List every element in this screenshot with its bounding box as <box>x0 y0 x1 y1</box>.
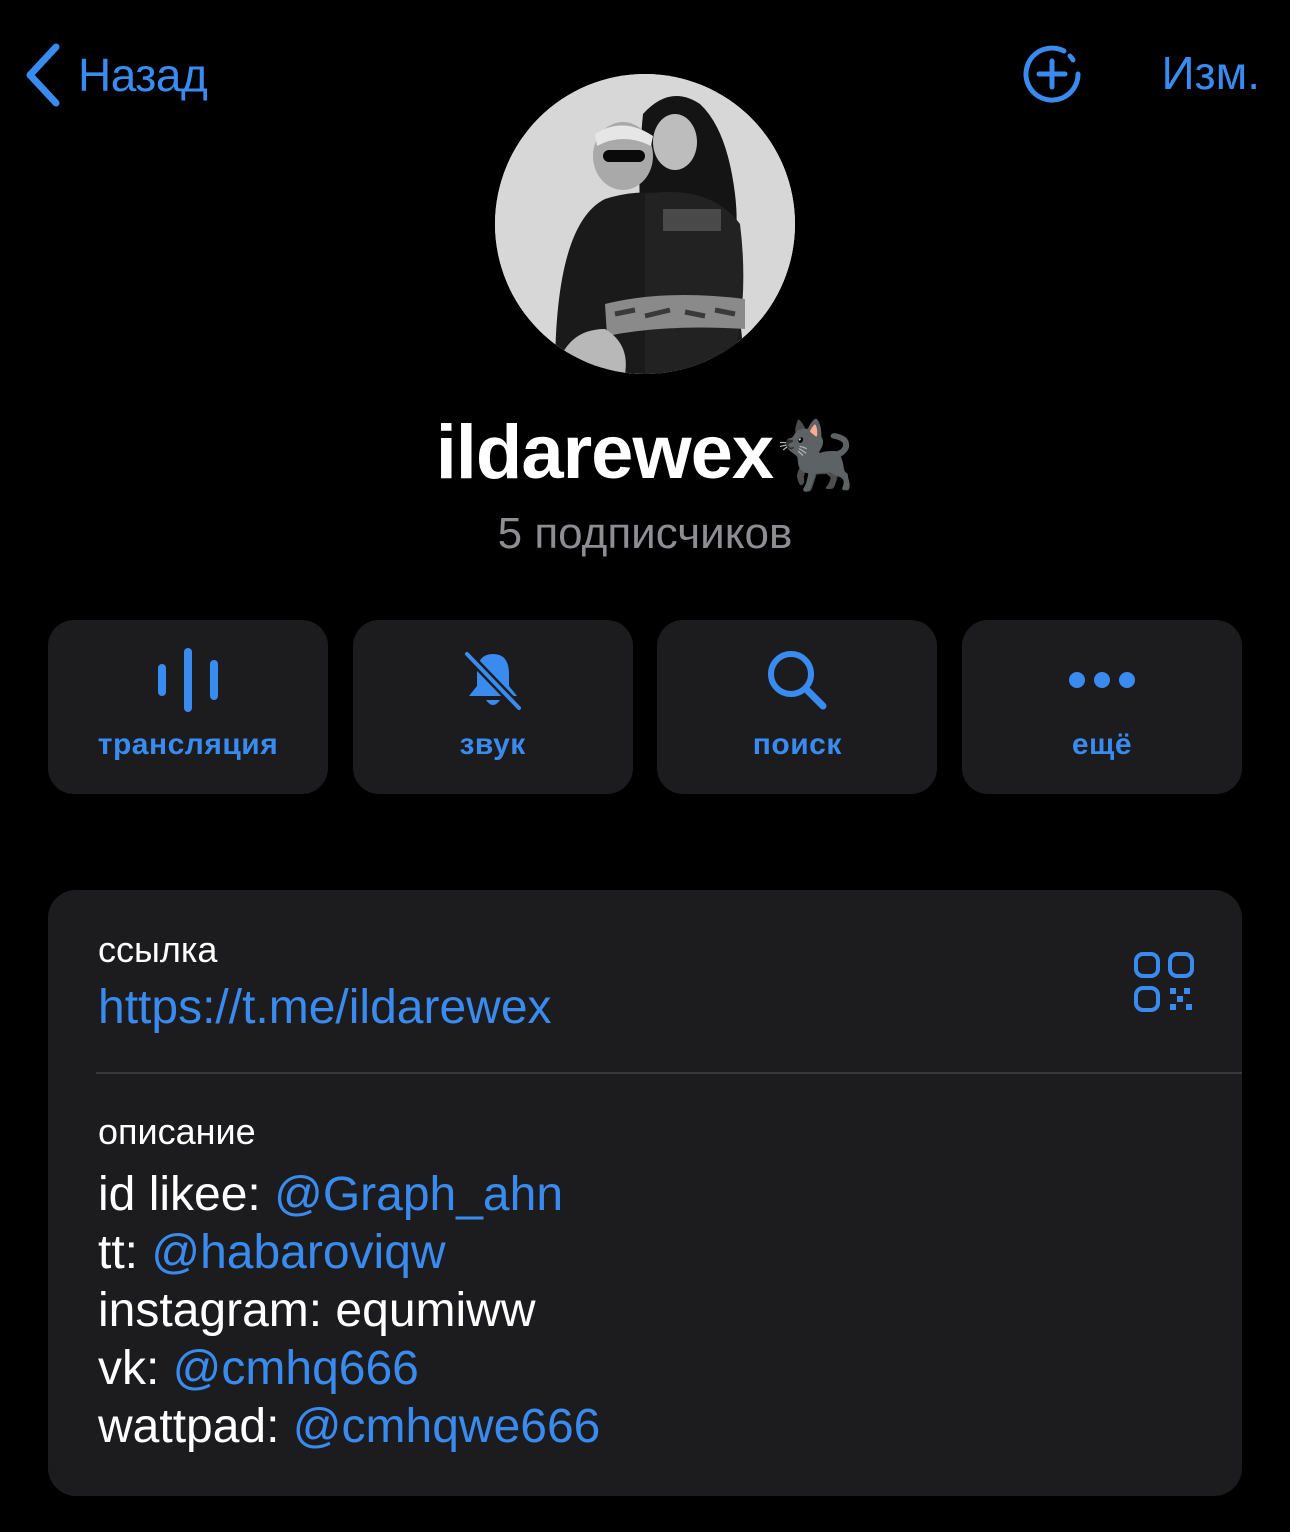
description-line-tiktok: tt: @habaroviqw <box>98 1224 446 1282</box>
ellipsis-icon <box>1068 672 1135 688</box>
broadcast-button[interactable]: трансляция <box>48 620 328 794</box>
broadcast-waveform-icon <box>158 648 218 712</box>
channel-name: ildarewex🐈‍⬛ <box>0 405 1290 503</box>
back-label: Назад <box>78 49 208 101</box>
bell-slash-icon <box>462 649 524 712</box>
vk-username-link[interactable]: @cmhq666 <box>173 1342 419 1395</box>
instagram-username: equmiww <box>335 1284 536 1337</box>
avatar-photo <box>495 74 795 374</box>
channel-name-text: ildarewex <box>435 410 774 495</box>
back-button[interactable]: Назад <box>22 40 208 110</box>
section-divider <box>96 1072 1242 1074</box>
subscriber-count: 5 подписчиков <box>497 509 793 558</box>
more-button[interactable]: ещё <box>961 620 1242 794</box>
sound-label: звук <box>459 728 526 761</box>
description-key: vk: <box>98 1342 173 1395</box>
qr-code-button[interactable] <box>1132 950 1196 1014</box>
search-icon <box>768 651 827 710</box>
tiktok-username-link[interactable]: @habaroviqw <box>151 1226 445 1279</box>
add-story-button[interactable] <box>1020 42 1084 106</box>
search-button[interactable]: поиск <box>657 620 938 794</box>
wattpad-username-link[interactable]: @cmhqwe666 <box>293 1400 601 1453</box>
description-line-likee: id likee: @Graph_ahn <box>98 1166 563 1224</box>
likee-username-link[interactable]: @Graph_ahn <box>274 1168 563 1221</box>
description-key: id likee: <box>98 1168 275 1221</box>
description-key: instagram: <box>98 1284 336 1337</box>
channel-info-screen: Назад Изм. <box>0 0 1290 1532</box>
channel-avatar[interactable] <box>495 74 795 374</box>
description-line-vk: vk: @cmhq666 <box>98 1340 419 1398</box>
action-buttons-row: трансляция звук поиск ещё <box>48 620 1242 794</box>
link-section-label: ссылка <box>98 929 218 970</box>
broadcast-label: трансляция <box>97 728 279 761</box>
black-cat-emoji: 🐈‍⬛ <box>773 418 855 492</box>
description-line-instagram: instagram: equmiww <box>98 1282 535 1340</box>
qr-code-icon <box>1134 952 1194 1012</box>
chevron-left-icon <box>26 43 60 107</box>
edit-button[interactable]: Изм. <box>1161 46 1260 100</box>
description-key: tt: <box>98 1226 152 1279</box>
more-label: ещё <box>1071 728 1133 761</box>
channel-link[interactable]: https://t.me/ildarewex <box>98 978 552 1038</box>
sound-button[interactable]: звук <box>352 620 633 794</box>
search-label: поиск <box>752 728 842 761</box>
add-circle-dashed-icon <box>1023 45 1081 103</box>
description-section-label: описание <box>98 1111 256 1152</box>
description-key: wattpad: <box>98 1400 293 1453</box>
info-card: ссылка https://t.me/ildarewex описание i… <box>48 890 1242 1496</box>
description-line-wattpad: wattpad: @cmhqwe666 <box>98 1398 600 1456</box>
